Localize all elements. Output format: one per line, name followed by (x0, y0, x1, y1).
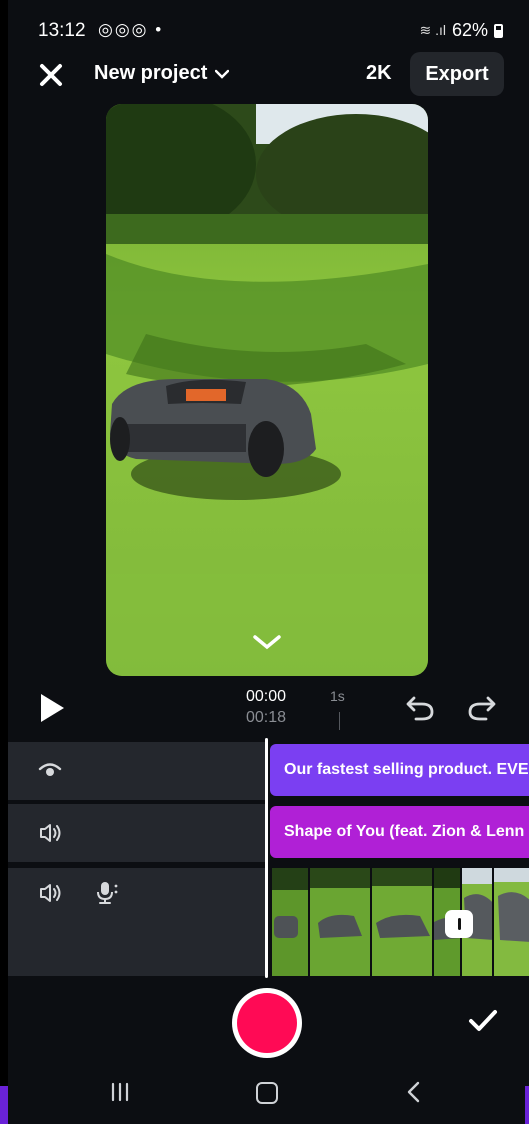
play-icon[interactable] (38, 692, 66, 724)
check-icon[interactable] (468, 1008, 498, 1034)
preview-frame-image (106, 104, 428, 676)
system-nav-bar (8, 1060, 529, 1124)
battery-icon (494, 23, 503, 38)
video-track-header (8, 868, 266, 976)
undo-icon[interactable] (404, 692, 436, 724)
project-name: New project (94, 62, 208, 84)
redo-icon[interactable] (466, 692, 498, 724)
total-duration: 00:18 (246, 709, 287, 726)
collapse-preview-chevron-icon[interactable] (251, 632, 283, 652)
video-preview[interactable] (106, 104, 428, 676)
current-timecode: 00:00 (246, 688, 287, 705)
back-icon[interactable] (404, 1080, 422, 1104)
screen: 13:12 ◎◎◎ • ≋ .ıl 62% New project 2K Exp… (8, 0, 529, 1124)
close-button[interactable] (36, 60, 66, 90)
trim-handle-grip (457, 918, 461, 930)
voiceover-mic-icon[interactable] (94, 880, 120, 906)
phone-frame: 13:12 ◎◎◎ • ≋ .ıl 62% New project 2K Exp… (0, 0, 529, 1124)
battery-level: 62% (451, 20, 488, 40)
project-name-dropdown[interactable]: New project (94, 62, 230, 85)
status-right: ≋ .ıl 62% (419, 20, 503, 41)
speaker-icon[interactable] (38, 822, 62, 844)
screen-edge-accent (525, 1086, 529, 1124)
resolution-selector[interactable]: 2K (366, 62, 392, 85)
home-icon[interactable] (256, 1082, 278, 1104)
thumbnail-frame (270, 868, 310, 976)
ruler-tick (339, 712, 340, 730)
thumbnail-frame (308, 868, 372, 976)
status-time: 13:12 (38, 20, 86, 41)
recent-apps-icon[interactable] (109, 1082, 131, 1102)
thumbnail-frame (492, 868, 529, 976)
wifi-signal-icon: ≋ .ıl (419, 22, 446, 38)
speaker-icon[interactable] (38, 882, 62, 904)
record-button[interactable] (237, 993, 297, 1053)
eye-icon[interactable] (38, 760, 62, 780)
editor-header: New project 2K Export (8, 48, 529, 100)
thumbnail-frame (370, 868, 434, 976)
playhead[interactable] (265, 738, 268, 978)
timeline-ruler-label: 1s (330, 688, 345, 704)
audio-track-header (8, 804, 266, 862)
audio-clip[interactable]: Shape of You (feat. Zion & Lenn (270, 806, 529, 858)
video-clip-thumbnails[interactable] (270, 868, 529, 976)
text-clip[interactable]: Our fastest selling product. EVE (270, 744, 529, 796)
text-track-header (8, 742, 266, 800)
notification-icons: ◎◎◎ • (98, 20, 164, 39)
close-icon (40, 64, 62, 86)
export-button[interactable]: Export (410, 52, 504, 96)
chevron-down-icon (215, 69, 230, 79)
screen-edge-accent (0, 1086, 8, 1124)
clip-trim-handle[interactable] (445, 910, 473, 938)
